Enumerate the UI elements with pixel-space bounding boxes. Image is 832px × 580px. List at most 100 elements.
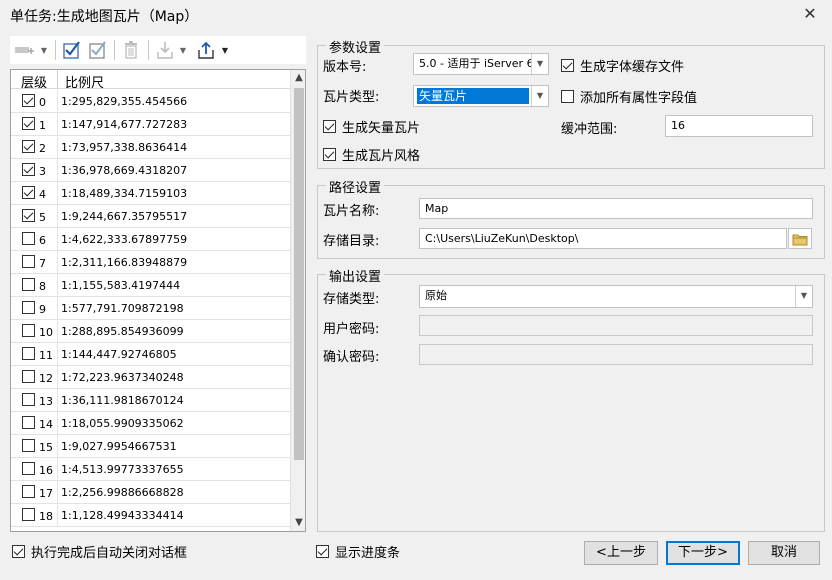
scale-cell[interactable]: 1:295,829,355.454566 [61,95,187,108]
scale-cell[interactable]: 1:147,914,677.727283 [61,118,187,131]
table-row[interactable]: 2 1:73,957,338.8636414 [11,136,290,159]
checkbox-unchecked-icon[interactable] [22,439,35,452]
checkbox-checked-icon[interactable] [22,94,35,107]
table-row[interactable]: 6 1:4,622,333.67897759 [11,228,290,251]
scale-cell[interactable]: 1:2,311,166.83948879 [61,256,187,269]
column-header-scale[interactable]: 比例尺 [65,72,104,91]
checkbox-unchecked-icon[interactable] [22,301,35,314]
column-header-level[interactable]: 层级 [21,72,47,91]
chevron-down-icon[interactable]: ▼ [531,86,548,106]
chevron-down-icon[interactable]: ▼ [795,286,812,307]
browse-folder-button[interactable] [788,228,812,249]
table-row[interactable]: 9 1:577,791.709872198 [11,297,290,320]
checkbox-unchecked-icon[interactable] [22,462,35,475]
auto-close-checkbox[interactable]: 执行完成后自动关闭对话框 [12,542,187,561]
scale-cell[interactable]: 1:577,791.709872198 [61,302,184,315]
table-row[interactable]: 4 1:18,489,334.7159103 [11,182,290,205]
scale-cell[interactable]: 1:1,155,583.4197444 [61,279,180,292]
user-password-input[interactable] [419,315,813,336]
tile-name-input[interactable]: Map [419,198,813,219]
checkbox-checked-icon[interactable] [22,117,35,130]
select-all-icon[interactable] [60,39,84,61]
scale-cell[interactable]: 1:18,489,334.7159103 [61,187,187,200]
table-row[interactable]: 11 1:144,447.92746805 [11,343,290,366]
table-row[interactable]: 16 1:4,513.99773337655 [11,458,290,481]
prev-button[interactable]: <上一步 [584,541,658,565]
buffer-input[interactable]: 16 [665,115,813,137]
checkbox-unchecked-icon[interactable] [22,232,35,245]
scale-cell[interactable]: 1:144,447.92746805 [61,348,177,361]
table-row[interactable]: 7 1:2,311,166.83948879 [11,251,290,274]
scale-cell[interactable]: 1:36,978,669.4318207 [61,164,187,177]
scale-cell[interactable]: 1:4,513.99773337655 [61,463,184,476]
checkbox-checked-icon[interactable] [561,59,574,72]
add-all-fields-checkbox[interactable]: 添加所有属性字段值 [561,87,697,106]
gen-font-cache-checkbox[interactable]: 生成字体缓存文件 [561,56,684,75]
scale-cell[interactable]: 1:18,055.9909335062 [61,417,184,430]
vertical-scrollbar[interactable]: ▲ ▼ [290,70,305,531]
scale-cell[interactable]: 1:72,223.9637340248 [61,371,184,384]
delete-icon[interactable] [119,39,143,61]
checkbox-checked-icon[interactable] [22,186,35,199]
checkbox-unchecked-icon[interactable] [22,393,35,406]
gen-tile-style-checkbox[interactable]: 生成瓦片风格 [323,145,420,164]
scale-cell[interactable]: 1:9,027.9954667531 [61,440,177,453]
add-scale-dropdown-icon[interactable]: ▼ [39,39,49,61]
checkbox-checked-icon[interactable] [22,140,35,153]
checkbox-unchecked-icon[interactable] [22,255,35,268]
chevron-down-icon[interactable]: ▼ [531,54,548,74]
confirm-password-input[interactable] [419,344,813,365]
next-button[interactable]: 下一步> [666,541,740,565]
export-dropdown-icon[interactable]: ▼ [220,39,230,61]
scale-cell[interactable]: 1:1,128.49943334414 [61,509,184,522]
select-inverse-icon[interactable] [86,39,110,61]
checkbox-unchecked-icon[interactable] [22,370,35,383]
checkbox-unchecked-icon[interactable] [22,347,35,360]
table-row[interactable]: 15 1:9,027.9954667531 [11,435,290,458]
gen-vector-tiles-checkbox[interactable]: 生成矢量瓦片 [323,117,420,136]
checkbox-unchecked-icon[interactable] [22,324,35,337]
scale-cell[interactable]: 1:73,957,338.8636414 [61,141,187,154]
scale-cell[interactable]: 1:36,111.9818670124 [61,394,184,407]
table-row[interactable]: 18 1:1,128.49943334414 [11,504,290,527]
scale-cell[interactable]: 1:9,244,667.35795517 [61,210,187,223]
checkbox-unchecked-icon[interactable] [22,485,35,498]
scale-cell[interactable]: 1:2,256.99886668828 [61,486,184,499]
table-row[interactable]: 13 1:36,111.9818670124 [11,389,290,412]
table-row[interactable]: 17 1:2,256.99886668828 [11,481,290,504]
checkbox-unchecked-icon[interactable] [22,508,35,521]
scroll-down-icon[interactable]: ▼ [291,515,305,531]
storage-dir-input[interactable]: C:\Users\LiuZeKun\Desktop\ [419,228,787,249]
checkbox-checked-icon[interactable] [323,148,336,161]
checkbox-checked-icon[interactable] [323,120,336,133]
checkbox-checked-icon[interactable] [12,545,25,558]
cancel-button[interactable]: 取消 [748,541,820,565]
table-row[interactable]: 8 1:1,155,583.4197444 [11,274,290,297]
scale-cell[interactable]: 1:4,622,333.67897759 [61,233,187,246]
table-row[interactable]: 3 1:36,978,669.4318207 [11,159,290,182]
checkbox-checked-icon[interactable] [22,209,35,222]
import-icon[interactable] [153,39,177,61]
scroll-thumb[interactable] [294,88,304,460]
table-row[interactable]: 5 1:9,244,667.35795517 [11,205,290,228]
checkbox-unchecked-icon[interactable] [22,278,35,291]
checkbox-checked-icon[interactable] [22,163,35,176]
storage-type-select[interactable]: 原始 ▼ [419,285,813,308]
import-dropdown-icon[interactable]: ▼ [178,39,188,61]
table-row[interactable]: 12 1:72,223.9637340248 [11,366,290,389]
export-icon[interactable] [194,39,218,61]
table-row[interactable]: 0 1:295,829,355.454566 [11,90,290,113]
checkbox-checked-icon[interactable] [316,545,329,558]
version-select[interactable]: 5.0 - 适用于 iServer 6I ▼ [413,53,549,75]
checkbox-unchecked-icon[interactable] [561,90,574,103]
checkbox-unchecked-icon[interactable] [22,416,35,429]
close-icon[interactable]: ✕ [800,4,820,24]
scale-cell[interactable]: 1:288,895.854936099 [61,325,184,338]
show-progress-checkbox[interactable]: 显示进度条 [316,542,400,561]
table-row[interactable]: 1 1:147,914,677.727283 [11,113,290,136]
scroll-up-icon[interactable]: ▲ [291,70,305,86]
table-row[interactable]: 10 1:288,895.854936099 [11,320,290,343]
table-row[interactable]: 14 1:18,055.9909335062 [11,412,290,435]
add-scale-icon[interactable] [12,39,38,61]
tile-type-select[interactable]: 矢量瓦片 ▼ [413,85,549,107]
